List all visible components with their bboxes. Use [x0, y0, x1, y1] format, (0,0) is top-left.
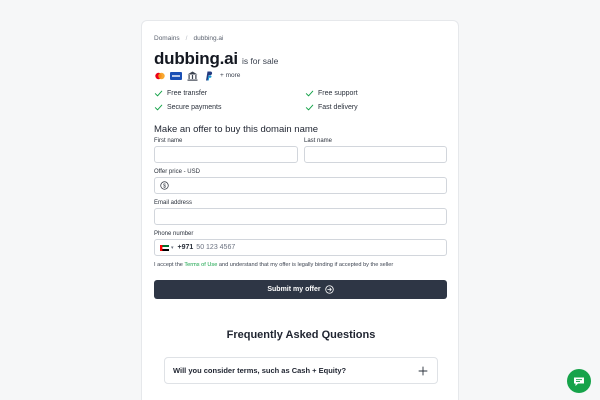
faq-item[interactable]: Will you consider terms, such as Cash + … — [164, 357, 438, 384]
submit-offer-button[interactable]: Submit my offer — [154, 280, 447, 299]
terms-of-use-link[interactable]: Terms of Use — [184, 262, 217, 268]
payment-methods: + more — [154, 71, 241, 81]
breadcrumb: Domains / dubbing.ai — [154, 35, 223, 42]
breadcrumb-separator: / — [185, 35, 188, 42]
bank-icon — [186, 71, 198, 81]
phone-field[interactable]: ▾ +971 50 123 4567 — [154, 239, 447, 256]
feature-item: Secure payments — [154, 103, 305, 112]
more-payment-methods: + more — [220, 72, 241, 79]
chevron-down-icon[interactable]: ▾ — [171, 245, 174, 251]
mastercard-icon — [154, 71, 166, 80]
check-icon — [154, 104, 163, 111]
feature-item: Free support — [305, 89, 450, 98]
faq-title: Frequently Asked Questions — [226, 329, 376, 341]
svg-text:$: $ — [163, 183, 166, 189]
feature-label: Secure payments — [167, 104, 222, 111]
feature-item: Fast delivery — [305, 103, 450, 112]
faq-question: Will you consider terms, such as Cash + … — [173, 366, 347, 375]
feature-label: Free transfer — [167, 90, 208, 97]
check-icon — [305, 90, 314, 97]
terms-text: I accept the Terms of Use and understand… — [154, 262, 393, 268]
paypal-icon — [202, 71, 214, 80]
phone-country-code: +971 — [177, 244, 194, 251]
last-name-field[interactable] — [304, 146, 447, 163]
breadcrumb-domains-link[interactable]: Domains — [154, 35, 180, 42]
offer-heading: Make an offer to buy this domain name — [154, 124, 319, 135]
chat-button[interactable] — [567, 369, 591, 393]
last-name-label: Last name — [304, 138, 333, 144]
check-icon — [154, 90, 163, 97]
sale-card: Domains / dubbing.ai dubbing.ai is for s… — [141, 20, 459, 400]
feature-list: Free transfer Free support Secure paymen… — [154, 89, 450, 112]
chat-bubble-icon — [574, 377, 584, 386]
arrow-right-circle-icon — [324, 285, 334, 294]
phone-placeholder: 50 123 4567 — [196, 244, 236, 251]
feature-label: Free support — [318, 90, 358, 97]
visa-icon — [170, 71, 182, 80]
submit-label: Submit my offer — [267, 286, 321, 293]
email-field[interactable] — [154, 208, 447, 225]
uae-flag-icon[interactable] — [160, 244, 169, 251]
terms-prefix: I accept the — [154, 262, 183, 268]
phone-label: Phone number — [154, 231, 194, 237]
breadcrumb-current: dubbing.ai — [193, 35, 224, 42]
feature-label: Fast delivery — [318, 104, 358, 111]
offer-price-label: Offer price - USD — [154, 169, 200, 175]
dollar-icon: $ — [160, 181, 169, 190]
check-icon — [305, 104, 314, 111]
first-name-label: First name — [154, 138, 183, 144]
offer-price-field[interactable]: $ — [154, 177, 447, 194]
feature-item: Free transfer — [154, 89, 305, 98]
domain-name: dubbing.ai — [154, 49, 238, 68]
sale-status: is for sale — [241, 56, 279, 66]
email-label: Email address — [154, 200, 193, 206]
plus-icon[interactable] — [418, 366, 428, 376]
terms-suffix: and understand that my offer is legally … — [218, 262, 394, 268]
first-name-field[interactable] — [154, 146, 298, 163]
title-row: dubbing.ai is for sale — [154, 49, 278, 69]
